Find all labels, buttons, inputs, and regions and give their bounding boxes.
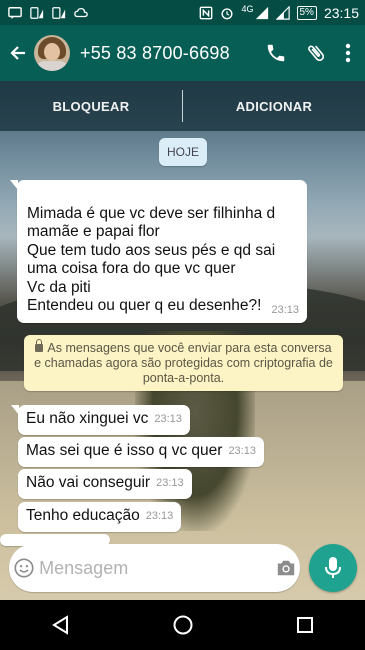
dual-sim-signal-icon [52,6,66,19]
message-text: Eu não xinguei vc [26,410,149,427]
sms-icon [8,6,22,19]
signal-icon [275,5,290,20]
phone-icon[interactable] [265,42,287,64]
message-text: Tenho educação [26,507,140,524]
encryption-notice[interactable]: As mensagens que você enviar para esta c… [24,335,343,391]
camera-icon [277,560,294,576]
camera-button[interactable] [271,544,300,592]
cloud-icon [74,7,88,17]
more-vert-icon[interactable] [345,43,351,63]
message-input[interactable] [39,557,272,579]
nfc-icon [200,6,213,19]
message-time: 23:13 [154,413,182,425]
message-bubble[interactable]: Mimada é que vc deve ser filhinha d mamã… [10,180,307,323]
message-text: Mimada é que vc deve ser filhinha d mamã… [27,204,276,315]
unknown-contact-bar: BLOQUEAR ADICIONAR [0,81,365,131]
status-time: 23:15 [323,4,359,21]
app-bar: +55 83 8700-6698 [0,25,365,81]
battery-icon: 5% [296,5,317,20]
status-bar: 4G 5% 23:15 [0,0,365,25]
nav-recents-icon[interactable] [295,615,315,635]
paperclip-icon[interactable] [305,42,327,64]
message-time: 23:13 [145,510,174,522]
block-button[interactable]: BLOQUEAR [0,99,182,114]
message-bubble[interactable]: Eu não xinguei vc 23:13 [11,405,190,435]
network-label: 4G [241,3,254,14]
nav-back-icon[interactable] [50,614,72,636]
message-bubble[interactable]: Tenho educação 23:13 [18,502,182,532]
lock-icon [35,339,44,352]
encryption-notice-text: As mensagens que você enviar para esta c… [34,341,333,385]
message-composer [9,544,300,592]
emoji-icon [14,558,34,578]
add-contact-button[interactable]: ADICIONAR [183,99,365,114]
message-text: Mas sei que é isso q vc quer [26,442,223,459]
message-time: 23:13 [156,477,184,489]
message-bubble[interactable]: Mas sei que é isso q vc quer 23:13 [18,437,264,467]
message-time: 23:13 [271,303,299,316]
message-time: 23:13 [228,445,256,457]
back-arrow-icon [10,46,25,60]
avatar[interactable] [34,35,70,71]
chat-area[interactable]: BLOQUEAR ADICIONAR HOJE Mimada é que vc … [0,81,365,600]
nav-home-icon[interactable] [172,614,194,636]
system-navigation-bar [0,600,365,650]
signal-icon [255,6,268,19]
date-chip: HOJE [159,138,207,166]
message-bubble[interactable]: Não vai conseguir 23:13 [18,469,192,499]
contact-name[interactable]: +55 83 8700-6698 [80,43,230,64]
emoji-button[interactable] [9,544,39,592]
alarm-icon [221,7,233,19]
message-text: Não vai conseguir [26,474,151,491]
dual-sim-signal-icon [30,6,44,19]
voice-record-button[interactable] [309,544,357,592]
back-button[interactable] [2,25,34,81]
mic-icon [325,557,341,578]
